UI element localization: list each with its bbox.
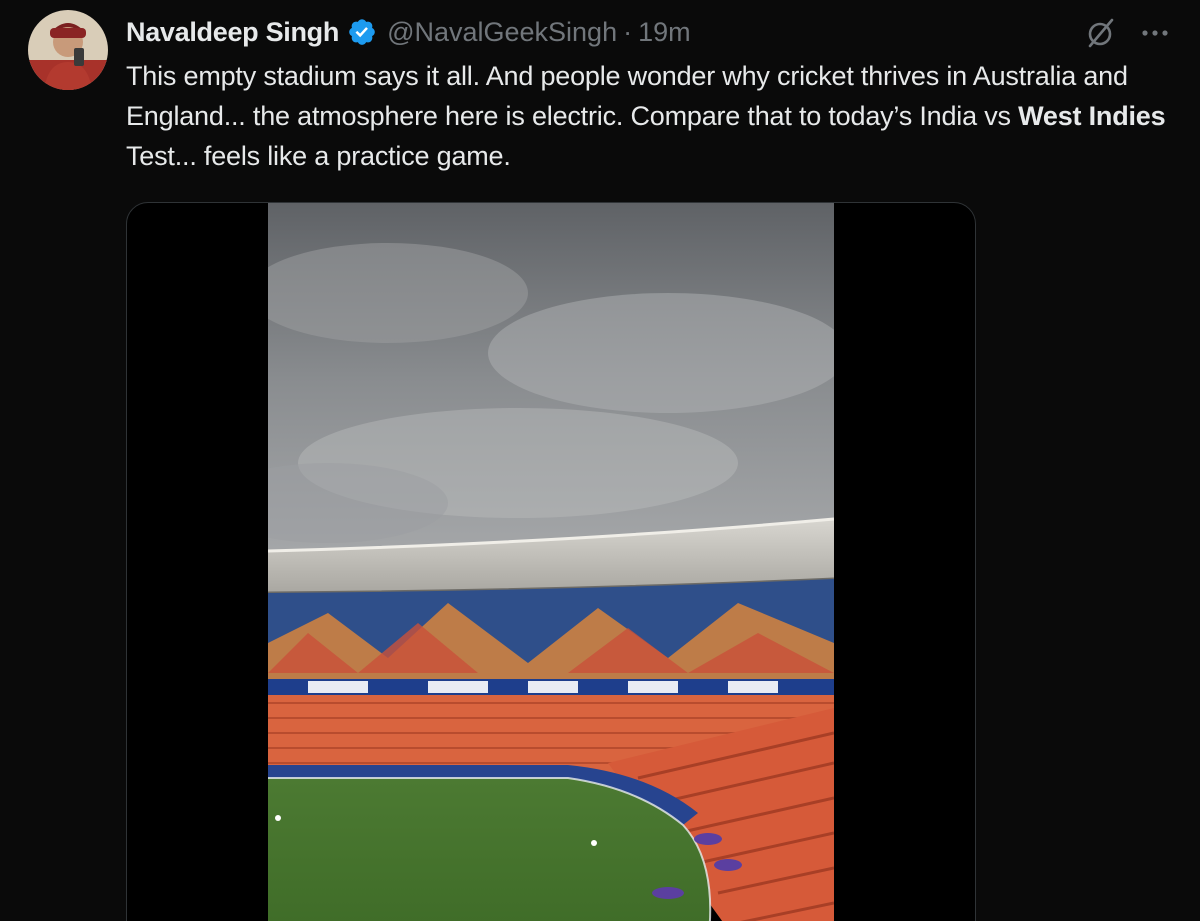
stadium-video-frame — [268, 203, 834, 921]
avatar-image — [28, 10, 108, 90]
tweet-text-part2: Test... feels like a practice game. — [126, 141, 511, 171]
separator-dot: · — [623, 16, 633, 47]
timestamp[interactable]: 19m — [638, 17, 691, 48]
tweet-text: This empty stadium says it all. And peop… — [126, 56, 1166, 176]
author-handle[interactable]: @NavalGeekSingh — [387, 17, 617, 48]
stadium-video[interactable] — [268, 203, 834, 921]
tweet-text-part1: This empty stadium says it all. And peop… — [126, 61, 1128, 131]
grok-icon[interactable] — [1084, 16, 1118, 50]
tweet-header: Navaldeep Singh @NavalGeekSingh · 19m — [126, 12, 691, 52]
more-options-icon[interactable] — [1138, 16, 1172, 50]
tweet: Navaldeep Singh @NavalGeekSingh · 19m Th… — [0, 0, 1200, 921]
author-name[interactable]: Navaldeep Singh — [126, 17, 339, 48]
media-card[interactable] — [126, 202, 976, 921]
tweet-text-bold[interactable]: West Indies — [1018, 101, 1166, 131]
avatar[interactable] — [28, 10, 108, 90]
verified-badge-icon[interactable] — [347, 17, 377, 47]
